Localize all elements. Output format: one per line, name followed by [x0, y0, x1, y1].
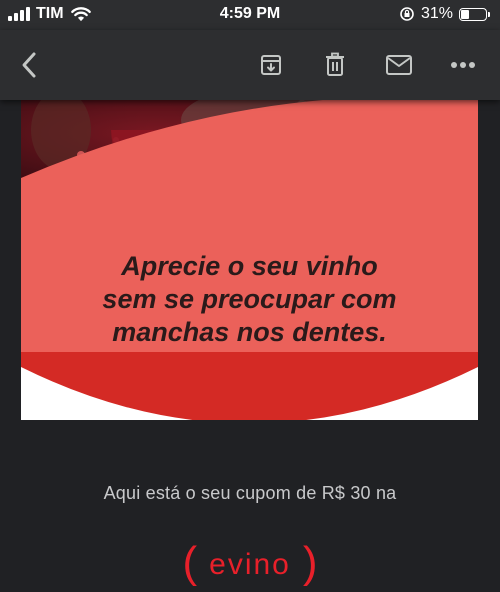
headline-line: Aprecie o seu vinho: [121, 251, 378, 281]
status-right: 31%: [399, 5, 490, 23]
logo-paren-close: ): [302, 538, 318, 587]
banner-headline: Aprecie o seu vinho sem se preocupar com…: [21, 250, 478, 349]
delete-button[interactable]: [320, 50, 350, 80]
trash-icon: [326, 52, 344, 76]
promo-banner[interactable]: Aprecie o seu vinho sem se preocupar com…: [21, 100, 478, 420]
archive-icon: [261, 55, 281, 75]
mark-unread-button[interactable]: [384, 50, 414, 80]
battery-icon: [459, 7, 487, 21]
back-arrow-icon: [22, 52, 36, 78]
evino-logo[interactable]: ( evino): [0, 538, 500, 588]
email-toolbar: [0, 30, 500, 100]
headline-line: sem se preocupar com: [102, 284, 397, 314]
coupon-text: Aqui está o seu cupom de R$ 30 na: [103, 483, 397, 503]
headline-line: manchas nos dentes.: [112, 317, 387, 347]
battery-tip: [488, 11, 490, 17]
archive-button[interactable]: [256, 50, 286, 80]
logo-wordmark: evino: [209, 548, 291, 581]
more-options-button[interactable]: [448, 50, 478, 80]
rotation-lock-icon: [400, 7, 414, 21]
more-icon: [451, 62, 475, 68]
battery-percent: 31%: [420, 5, 453, 22]
mail-icon: [386, 55, 412, 75]
status-bar: TIM 4:59 PM 31%: [0, 0, 500, 30]
back-button[interactable]: [14, 50, 44, 80]
email-body: Aprecie o seu vinho sem se preocupar com…: [0, 100, 500, 592]
logo-paren-open: (: [182, 538, 198, 587]
